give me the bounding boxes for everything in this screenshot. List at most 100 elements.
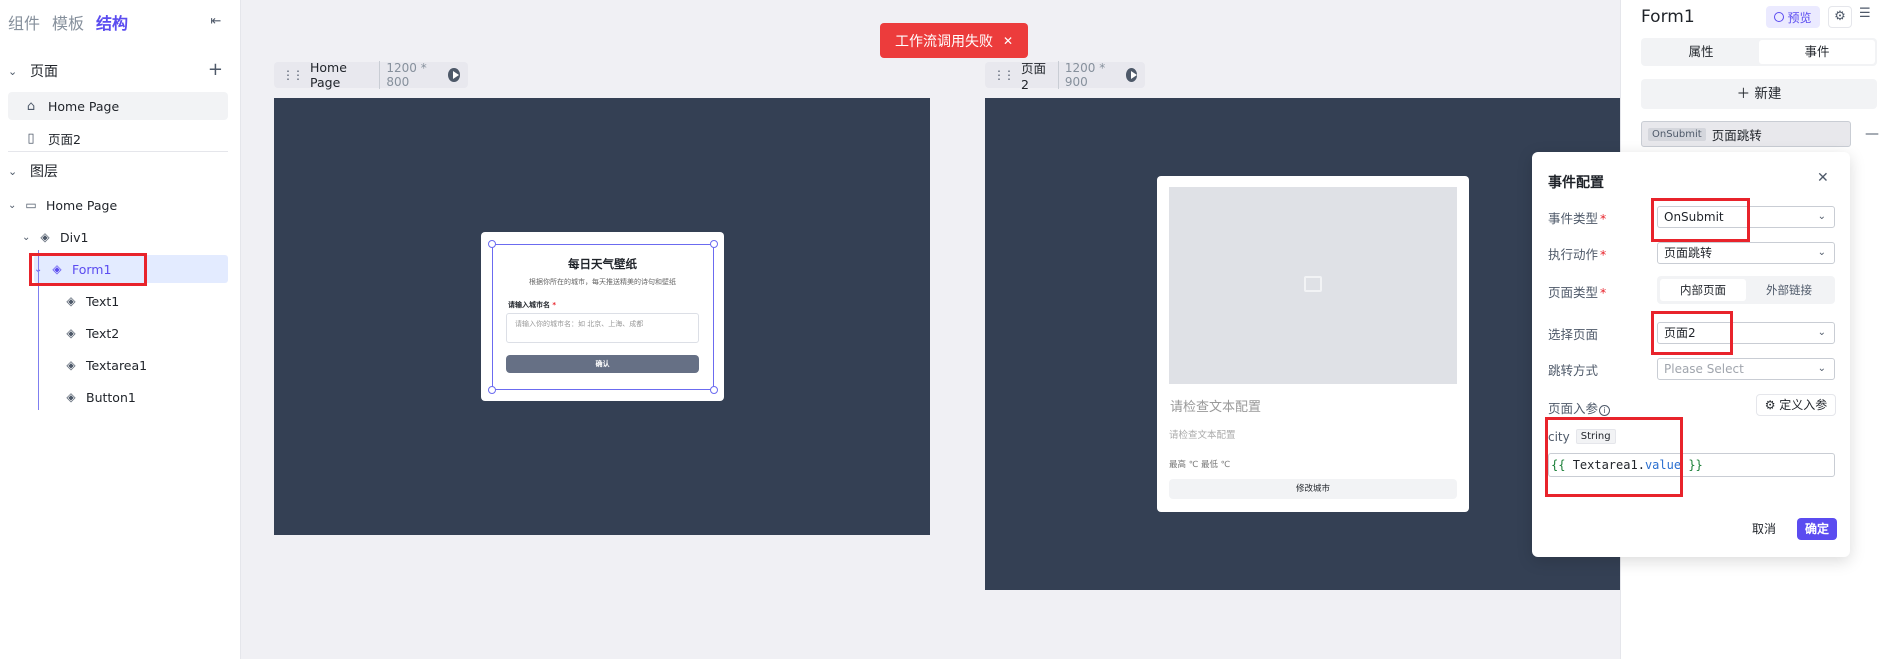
component-title: Form1: [1641, 7, 1695, 27]
action-label: 执行动作 *: [1548, 247, 1607, 262]
frame-label-page2[interactable]: ⋮⋮ 页面2 1200 * 900: [985, 61, 1145, 92]
label-text: 事件类型: [1548, 211, 1599, 226]
drag-handle-icon[interactable]: ⋮⋮: [282, 68, 304, 82]
tab-events[interactable]: 事件: [1759, 40, 1875, 64]
expr-object: Textarea1: [1572, 458, 1638, 472]
remove-event-icon[interactable]: —: [1865, 126, 1879, 142]
define-params-label: 定义入参: [1779, 398, 1828, 412]
page-item-page2[interactable]: ▯ 页面2: [8, 124, 228, 152]
layer-button1[interactable]: ◈ Button1: [62, 383, 228, 411]
drag-handle-icon[interactable]: ⋮⋮: [993, 68, 1015, 82]
option-external-link[interactable]: 外部链接: [1746, 279, 1832, 301]
select-value: OnSubmit: [1664, 210, 1724, 224]
file-icon: ▯: [27, 130, 35, 146]
confirm-button[interactable]: 确定: [1797, 518, 1837, 540]
layers-icon: ◈: [52, 262, 62, 276]
menu-icon[interactable]: ☰: [1859, 6, 1871, 21]
select-placeholder: Please Select: [1664, 362, 1744, 376]
layers-icon: ◈: [66, 294, 76, 308]
event-tag: OnSubmit: [1648, 127, 1706, 141]
layer-form1[interactable]: ⌄ ◈ Form1: [34, 255, 228, 283]
preview-button[interactable]: 预览: [1766, 6, 1820, 28]
chevron-down-icon: ⌄: [34, 264, 48, 275]
layers-icon: ◈: [66, 326, 76, 340]
tab-structure[interactable]: 结构: [96, 10, 128, 34]
image-placeholder: [1169, 187, 1457, 384]
layer-label: Div1: [60, 229, 89, 245]
param-row: city String: [1548, 429, 1616, 444]
select-value: 页面2: [1664, 326, 1696, 340]
layers-icon: ◈: [66, 390, 76, 404]
page-type-segmented: 内部页面 外部链接: [1657, 276, 1835, 304]
layers-icon: ◈: [40, 230, 50, 244]
layer-label: Text2: [86, 325, 120, 341]
play-icon[interactable]: [448, 68, 460, 82]
layer-label: Textarea1: [86, 357, 148, 373]
frame-size: 1200 * 800: [379, 61, 442, 89]
image-icon: [1304, 276, 1322, 292]
event-item[interactable]: OnSubmit 页面跳转: [1641, 121, 1851, 147]
action-select[interactable]: 页面跳转 ⌄: [1657, 242, 1835, 264]
change-city-button[interactable]: 修改城市: [1169, 479, 1457, 499]
city-textarea[interactable]: 请输入你的城市名：如 北京、上海、成都: [506, 313, 699, 343]
layer-home-page[interactable]: ⌄ ▭ Home Page: [8, 191, 228, 219]
chevron-down-icon: ⌄: [1817, 211, 1826, 222]
divider: [8, 151, 228, 152]
chevron-down-icon: ⌄: [1817, 327, 1826, 338]
temperature-text: 最高 ℃ 最低 ℃: [1169, 460, 1231, 470]
form-subtitle: 根据你所在的城市，每天推送精美的诗句和壁纸: [529, 278, 676, 286]
resize-handle[interactable]: [710, 386, 718, 394]
confirm-button[interactable]: 确认: [506, 355, 699, 373]
new-event-button[interactable]: ＋ 新建: [1641, 79, 1877, 109]
pages-section-header[interactable]: ⌄ 页面 +: [0, 56, 241, 86]
resize-handle[interactable]: [488, 240, 496, 248]
frame-name: Home Page: [310, 60, 347, 90]
popover-title: 事件配置: [1548, 175, 1604, 191]
play-icon[interactable]: [1125, 68, 1137, 82]
param-type-badge: String: [1575, 429, 1616, 444]
page-layer-icon: ▭: [25, 198, 37, 212]
jump-mode-select[interactable]: Please Select ⌄: [1657, 358, 1835, 380]
left-tabs: 组件 模板 结构 ⇤: [0, 0, 240, 44]
layer-textarea1[interactable]: ◈ Textarea1: [62, 351, 228, 379]
close-icon[interactable]: ✕: [1003, 34, 1013, 48]
layer-label: Form1: [72, 261, 112, 277]
layer-div1[interactable]: ⌄ ◈ Div1: [22, 223, 228, 251]
event-type-select[interactable]: OnSubmit ⌄: [1657, 206, 1835, 228]
chevron-down-icon: ⌄: [8, 64, 18, 78]
tab-templates[interactable]: 模板: [52, 10, 84, 34]
layers-section-header[interactable]: ⌄ 图层: [0, 156, 241, 186]
expr-property: value: [1644, 458, 1682, 472]
field-label: 请输入城市名 *: [508, 301, 557, 309]
weather-result-card[interactable]: 请检查文本配置 请检查文本配置 最高 ℃ 最低 ℃ 修改城市: [1157, 176, 1469, 512]
frame-label-home[interactable]: ⋮⋮ Home Page 1200 * 800: [274, 60, 468, 90]
select-page-select[interactable]: 页面2 ⌄: [1657, 322, 1835, 344]
layers-icon: ◈: [66, 358, 76, 372]
tab-components[interactable]: 组件: [8, 10, 40, 34]
layer-text2[interactable]: ◈ Text2: [62, 319, 228, 347]
frame-size: 1200 * 900: [1057, 61, 1120, 89]
gear-icon[interactable]: ⚙: [1828, 6, 1852, 28]
left-panel: 组件 模板 结构 ⇤ ⌄ 页面 + ⌂ Home Page ▯ 页面2 ⌄ 图层…: [0, 0, 241, 659]
expr-brace: {{: [1551, 458, 1566, 472]
resize-handle[interactable]: [710, 240, 718, 248]
page-item-home[interactable]: ⌂ Home Page: [8, 92, 228, 120]
param-expression-input[interactable]: {{ Textarea1.value }}: [1548, 453, 1835, 477]
collapse-panel-icon[interactable]: ⇤: [208, 14, 224, 30]
layer-text1[interactable]: ◈ Text1: [62, 287, 228, 315]
option-internal-page[interactable]: 内部页面: [1660, 279, 1746, 301]
jump-mode-label: 跳转方式: [1548, 363, 1599, 378]
new-event-label: 新建: [1754, 86, 1782, 102]
param-name: city: [1548, 429, 1570, 444]
cancel-button[interactable]: 取消: [1747, 518, 1781, 540]
tab-properties[interactable]: 属性: [1643, 40, 1759, 64]
close-icon[interactable]: ✕: [1817, 170, 1829, 186]
define-params-button[interactable]: ⚙ 定义入参: [1756, 394, 1836, 416]
add-page-icon[interactable]: +: [208, 59, 223, 80]
resize-handle[interactable]: [488, 386, 496, 394]
label-text: 页面类型: [1548, 285, 1599, 300]
weather-form-card[interactable]: 每日天气壁纸 根据你所在的城市，每天推送精美的诗句和壁纸 请输入城市名 * 请输…: [481, 232, 724, 401]
layers-section-label: 图层: [30, 164, 58, 180]
info-icon[interactable]: i: [1599, 405, 1611, 416]
play-icon: [1774, 12, 1785, 22]
